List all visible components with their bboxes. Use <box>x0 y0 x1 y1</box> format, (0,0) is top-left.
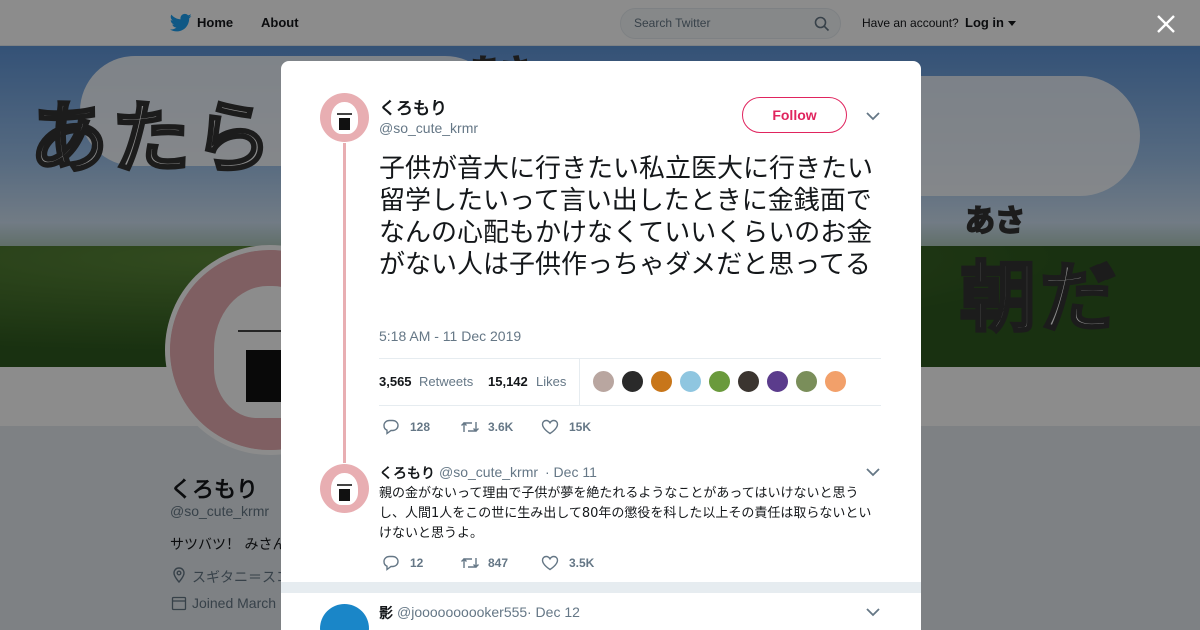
tweet-modal: くろもり @so_cute_krmr Follow 子供が音大に行きたい私立医大… <box>281 61 921 630</box>
reply-author-avatar[interactable] <box>320 464 369 513</box>
liker-avatar[interactable] <box>795 370 818 393</box>
reply2-author-handle[interactable]: @joooooooooker555 <box>397 604 527 620</box>
heart-icon <box>541 555 559 571</box>
reply-icon <box>383 419 399 435</box>
likes-label[interactable]: Likes <box>536 374 566 389</box>
liker-avatar[interactable] <box>650 370 673 393</box>
retweet-count: 847 <box>488 556 509 570</box>
tweet-timestamp[interactable]: 5:18 AM - 11 Dec 2019 <box>379 328 521 344</box>
liker-avatar[interactable] <box>737 370 760 393</box>
liker-avatar[interactable] <box>824 370 847 393</box>
reply-count: 12 <box>410 556 424 570</box>
retweet-count: 3.6K <box>488 420 514 434</box>
tweet-text: 子供が音大に行きたい私立医大に行きたい留学したいって言い出したときに金銭面でなん… <box>379 154 874 280</box>
reply2-author-avatar[interactable] <box>320 604 369 630</box>
reply-icon <box>383 555 399 571</box>
reply-date[interactable]: · Dec 11 <box>545 464 597 480</box>
thread-line <box>343 143 346 463</box>
reply-author-name[interactable]: くろもり <box>379 463 435 483</box>
retweets-label[interactable]: Retweets <box>419 374 473 389</box>
chevron-down-icon[interactable] <box>866 112 880 121</box>
liker-avatar[interactable] <box>592 370 615 393</box>
retweet-icon <box>461 422 479 432</box>
stats-divider <box>579 359 580 405</box>
chevron-down-icon[interactable] <box>866 468 880 477</box>
liker-avatar[interactable] <box>766 370 789 393</box>
liker-avatar[interactable] <box>621 370 644 393</box>
close-icon[interactable] <box>1155 13 1177 35</box>
like-count: 3.5K <box>569 556 595 570</box>
retweets-count[interactable]: 3,565 <box>379 374 412 389</box>
chevron-down-icon[interactable] <box>866 608 880 617</box>
reply2-date[interactable]: · Dec 12 <box>527 604 580 620</box>
tweet-stats: 3,565 Retweets 15,142 Likes <box>379 358 881 406</box>
follow-button[interactable]: Follow <box>742 97 847 133</box>
author-handle[interactable]: @so_cute_krmr <box>379 120 478 136</box>
reply-count: 128 <box>410 420 431 434</box>
thread-separator <box>281 582 921 593</box>
reply2-author-name[interactable]: 影 <box>379 603 393 623</box>
author-avatar[interactable] <box>320 93 369 142</box>
like-count: 15K <box>569 420 592 434</box>
reply-author-handle[interactable]: @so_cute_krmr <box>439 464 538 480</box>
retweet-icon <box>461 558 479 568</box>
liker-avatar[interactable] <box>679 370 702 393</box>
likes-count[interactable]: 15,142 <box>488 374 528 389</box>
liker-avatar[interactable] <box>708 370 731 393</box>
reply-text: 親の金がないって理由で子供が夢を絶たれるようなことがあってはいけないと思うし、人… <box>379 486 872 541</box>
heart-icon <box>541 419 559 435</box>
author-name[interactable]: くろもり <box>379 94 447 119</box>
